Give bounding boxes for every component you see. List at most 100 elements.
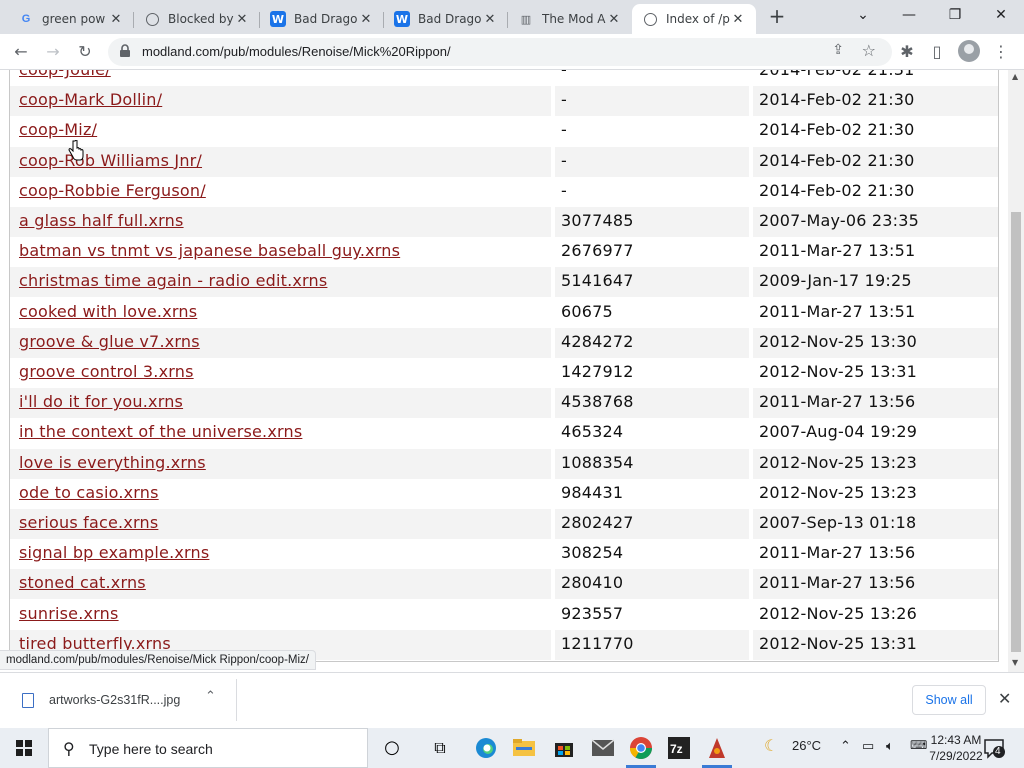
close-tab-icon[interactable]: ✕ bbox=[234, 12, 250, 27]
vertical-scrollbar[interactable]: ▲ ▼ bbox=[1008, 70, 1024, 672]
file-link[interactable]: coop-Rob Williams Jnr/ bbox=[19, 151, 202, 170]
file-size: 2676977 bbox=[561, 241, 634, 261]
7zip-icon[interactable]: 7z bbox=[665, 734, 693, 762]
lock-icon bbox=[120, 44, 130, 57]
file-link[interactable]: groove & glue v7.xrns bbox=[19, 332, 200, 351]
file-link[interactable]: love is everything.xrns bbox=[19, 453, 206, 472]
download-file-name[interactable]: artworks-G2s31fR....jpg bbox=[49, 693, 180, 707]
search-icon: ⚲ bbox=[63, 739, 75, 758]
weather-moon-icon[interactable]: ☾ bbox=[764, 736, 778, 756]
show-all-button[interactable]: Show all bbox=[912, 685, 986, 715]
table-row: groove & glue v7.xrns 4284272 2012-Nov-25 … bbox=[10, 327, 998, 358]
divider bbox=[236, 679, 237, 721]
app-icon[interactable] bbox=[703, 734, 731, 762]
edge-icon[interactable] bbox=[472, 734, 500, 762]
scroll-up-arrow-icon[interactable]: ▲ bbox=[1012, 72, 1018, 81]
chevron-up-icon[interactable]: ⌃ bbox=[205, 689, 216, 704]
minimize-icon[interactable]: — bbox=[886, 0, 932, 30]
forward-icon[interactable]: → bbox=[40, 39, 66, 65]
tab-2[interactable]: Blocked by ✕ bbox=[134, 4, 260, 34]
download-shelf: artworks-G2s31fR....jpg ⌃ Show all ✕ bbox=[0, 672, 1024, 728]
file-link[interactable]: coop-Joule/ bbox=[19, 70, 111, 79]
file-link[interactable]: groove control 3.xrns bbox=[19, 362, 194, 381]
file-link[interactable]: a glass half full.xrns bbox=[19, 211, 184, 230]
share-icon[interactable]: ⇪ bbox=[832, 42, 844, 58]
file-link[interactable]: batman vs tnmt vs japanese baseball guy.… bbox=[19, 241, 400, 260]
file-size: - bbox=[561, 90, 567, 110]
column-divider bbox=[749, 237, 753, 268]
globe-icon bbox=[643, 12, 657, 26]
file-size: - bbox=[561, 120, 567, 140]
close-tab-icon[interactable]: ✕ bbox=[358, 12, 374, 27]
system-clock[interactable]: 12:43 AM 7/29/2022 bbox=[928, 732, 984, 764]
search-placeholder: Type here to search bbox=[89, 741, 213, 757]
side-panel-icon[interactable]: ▯ bbox=[924, 39, 950, 65]
file-link[interactable]: christmas time again - radio edit.xrns bbox=[19, 271, 327, 290]
table-row: coop-Rob Williams Jnr/ - 2014-Feb-02 21:30 bbox=[10, 146, 998, 177]
store-icon[interactable] bbox=[550, 734, 578, 762]
tab-6-active[interactable]: Index of /p ✕ bbox=[632, 4, 756, 34]
tab-title: green pow bbox=[42, 12, 106, 26]
svg-text:7z: 7z bbox=[670, 742, 683, 756]
address-bar[interactable]: modland.com/pub/modules/Renoise/Mick%20R… bbox=[108, 38, 892, 66]
close-tab-icon[interactable]: ✕ bbox=[606, 12, 622, 27]
tab-1[interactable]: G green pow ✕ bbox=[8, 4, 134, 34]
close-tab-icon[interactable]: ✕ bbox=[482, 12, 498, 27]
file-link[interactable]: i'll do it for you.xrns bbox=[19, 392, 183, 411]
file-link[interactable]: coop-Miz/ bbox=[19, 120, 97, 139]
file-link[interactable]: coop-Robbie Ferguson/ bbox=[19, 181, 206, 200]
tab-5[interactable]: ▥ The Mod A ✕ bbox=[508, 4, 632, 34]
tab-title: The Mod A bbox=[542, 12, 606, 26]
weather-temperature[interactable]: 26°C bbox=[792, 738, 821, 753]
reload-icon[interactable]: ↻ bbox=[72, 39, 98, 65]
taskbar-search-box[interactable]: ⚲ Type here to search bbox=[48, 728, 368, 768]
file-date: 2012-Nov-25 13:31 bbox=[759, 633, 918, 653]
file-link[interactable]: stoned cat.xrns bbox=[19, 573, 146, 592]
close-window-icon[interactable]: ✕ bbox=[978, 0, 1024, 30]
scrollbar-thumb[interactable] bbox=[1011, 212, 1021, 652]
network-icon[interactable]: ▭ bbox=[862, 738, 874, 754]
tab-4[interactable]: W Bad Drago ✕ bbox=[384, 4, 508, 34]
file-link[interactable]: in the context of the universe.xrns bbox=[19, 422, 302, 441]
bookmark-star-icon[interactable]: ☆ bbox=[862, 41, 876, 60]
close-shelf-icon[interactable]: ✕ bbox=[998, 689, 1011, 708]
table-row: ode to casio.xrns 984431 2012-Nov-25 13:23 bbox=[10, 478, 998, 509]
link-status-bubble: modland.com/pub/modules/Renoise/Mick Rip… bbox=[0, 650, 316, 670]
extensions-icon[interactable]: ✱ bbox=[894, 39, 920, 65]
column-divider bbox=[749, 176, 753, 207]
notification-center-icon[interactable]: 4 bbox=[982, 736, 1006, 760]
table-row: coop-Miz/ - 2014-Feb-02 21:30 bbox=[10, 116, 998, 147]
column-divider bbox=[551, 509, 555, 539]
column-divider bbox=[749, 418, 753, 449]
file-link[interactable]: signal bp example.xrns bbox=[19, 543, 209, 562]
new-tab-button[interactable]: + bbox=[766, 6, 788, 28]
language-icon[interactable]: ⌨ bbox=[910, 738, 927, 752]
column-divider bbox=[551, 146, 555, 177]
file-date: 2012-Nov-25 13:23 bbox=[759, 482, 918, 502]
file-link[interactable]: ode to casio.xrns bbox=[19, 483, 159, 502]
back-icon[interactable]: ← bbox=[8, 39, 34, 65]
tab-title: Bad Drago bbox=[418, 12, 482, 26]
profile-avatar[interactable] bbox=[958, 40, 980, 62]
volume-icon[interactable]: 🔈︎ bbox=[886, 738, 894, 754]
cortana-icon[interactable]: ○ bbox=[378, 734, 406, 762]
notification-count: 4 bbox=[995, 746, 1001, 757]
chevron-up-icon[interactable]: ⌃ bbox=[840, 738, 851, 754]
menu-kebab-icon[interactable]: ⋮ bbox=[988, 39, 1014, 65]
restore-icon[interactable]: ❐ bbox=[932, 0, 978, 30]
tab-3[interactable]: W Bad Drago ✕ bbox=[260, 4, 384, 34]
close-tab-icon[interactable]: ✕ bbox=[108, 12, 124, 27]
close-tab-icon[interactable]: ✕ bbox=[730, 12, 746, 27]
file-explorer-icon[interactable] bbox=[510, 734, 538, 762]
task-view-icon[interactable]: ⧉ bbox=[426, 734, 454, 762]
chrome-icon[interactable] bbox=[627, 734, 655, 762]
file-link[interactable]: coop-Mark Dollin/ bbox=[19, 90, 162, 109]
file-link[interactable]: sunrise.xrns bbox=[19, 604, 119, 623]
mail-icon[interactable] bbox=[589, 734, 617, 762]
scroll-down-arrow-icon[interactable]: ▼ bbox=[1012, 658, 1018, 667]
file-link[interactable]: serious face.xrns bbox=[19, 513, 158, 532]
file-date: 2014-Feb-02 21:31 bbox=[759, 70, 915, 79]
start-button[interactable] bbox=[0, 728, 48, 768]
tab-search-icon[interactable]: ⌄ bbox=[840, 0, 886, 30]
file-link[interactable]: cooked with love.xrns bbox=[19, 302, 197, 321]
